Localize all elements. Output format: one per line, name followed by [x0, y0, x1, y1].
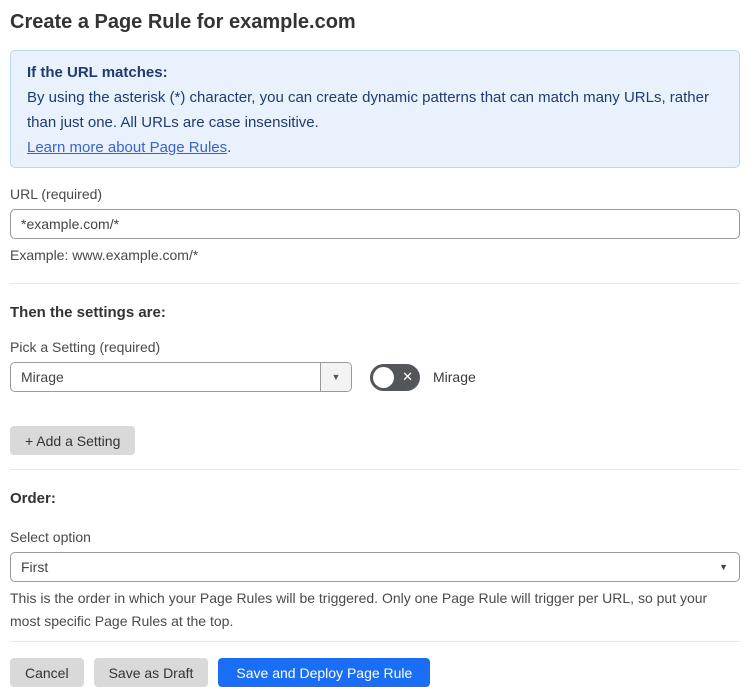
setting-row: Mirage ▼ ✕ Mirage [10, 362, 740, 392]
chevron-down-icon[interactable]: ▼ [320, 363, 351, 391]
setting-select-value: Mirage [21, 369, 64, 385]
info-box-heading: If the URL matches: [27, 64, 168, 81]
divider [10, 641, 740, 642]
order-section-heading: Order: [10, 490, 56, 507]
order-label: Select option [10, 529, 91, 545]
link-suffix: . [227, 139, 232, 156]
mirage-toggle[interactable]: ✕ [370, 363, 420, 391]
footer-actions: Cancel Save as Draft Save and Deploy Pag… [10, 658, 740, 687]
info-box-body: By using the asterisk (*) character, you… [27, 89, 709, 131]
learn-more-link[interactable]: Learn more about Page Rules [27, 139, 227, 156]
order-help-text: This is the order in which your Page Rul… [10, 590, 708, 629]
settings-section-heading: Then the settings are: [10, 304, 166, 321]
toggle-label: Mirage [433, 369, 476, 385]
order-select-value: First [21, 559, 49, 575]
setting-select[interactable]: Mirage ▼ [10, 362, 352, 392]
pick-setting-label: Pick a Setting (required) [10, 339, 161, 355]
url-input[interactable] [10, 209, 740, 239]
cancel-button[interactable]: Cancel [10, 658, 84, 687]
url-example-text: Example: www.example.com/* [10, 247, 199, 263]
save-deploy-button[interactable]: Save and Deploy Page Rule [218, 658, 431, 687]
page-title: Create a Page Rule for example.com [10, 11, 356, 33]
toggle-off-x-icon: ✕ [402, 369, 413, 385]
info-box-link-line: Learn more about Page Rules. [27, 135, 723, 160]
url-match-info-box: If the URL matches: By using the asteris… [10, 50, 740, 168]
toggle-knob [373, 366, 394, 388]
divider [10, 469, 740, 470]
chevron-down-icon: ▼ [719, 562, 728, 572]
create-page-rule-form: Create a Page Rule for example.com If th… [0, 0, 750, 687]
url-label: URL (required) [10, 186, 103, 202]
order-select[interactable]: First ▼ [10, 552, 740, 582]
add-setting-button[interactable]: + Add a Setting [10, 426, 136, 455]
save-draft-button[interactable]: Save as Draft [93, 658, 209, 687]
divider [10, 283, 740, 284]
